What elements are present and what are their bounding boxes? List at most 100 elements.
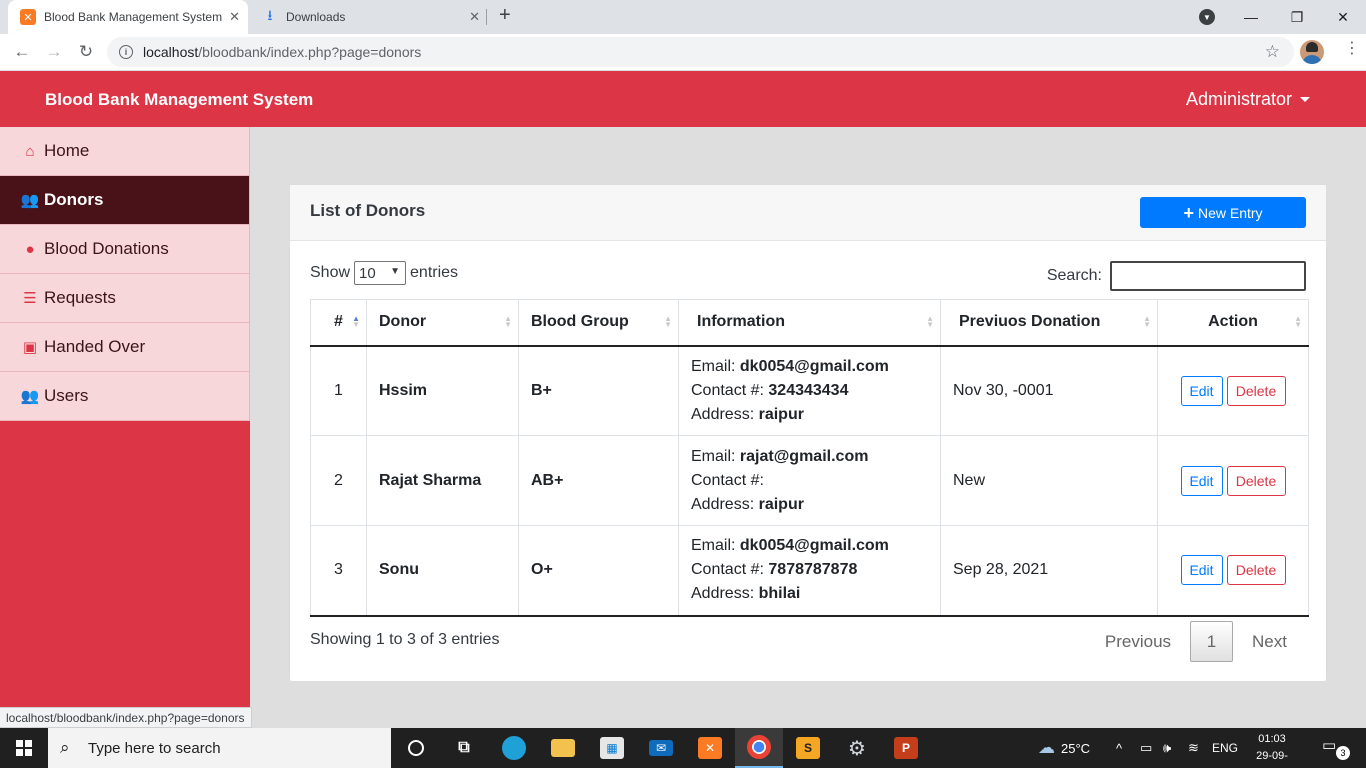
volume-icon[interactable]: 🕪 <box>1163 728 1171 768</box>
settings-gear-icon[interactable]: ⚙ <box>833 728 881 768</box>
site-info-icon[interactable]: i <box>119 45 133 59</box>
edit-button[interactable]: Edit <box>1180 465 1223 496</box>
delete-button[interactable]: Delete <box>1226 555 1286 586</box>
table-search: Search: <box>1047 261 1306 291</box>
donor-name: Hssim <box>366 345 519 436</box>
bookmark-star-icon[interactable]: ☆ <box>1265 42 1280 62</box>
address-bar[interactable]: i localhost/bloodbank/index.php?page=don… <box>107 37 1294 67</box>
app-brand[interactable]: Blood Bank Management System <box>45 90 313 110</box>
file-explorer-icon[interactable] <box>539 728 587 768</box>
donor-name: Rajat Sharma <box>366 435 519 526</box>
column-header-donor[interactable]: Donor ▲ ▼ <box>366 299 519 347</box>
donor-address: raipur <box>758 405 804 423</box>
new-entry-button[interactable]: + New Entry <box>1140 197 1306 228</box>
tab-blood-bank[interactable]: ✕ Blood Bank Management System ✕ <box>8 0 248 34</box>
status-bar-url: localhost/bloodbank/index.php?page=donor… <box>0 707 252 728</box>
sort-icon: ▲ ▼ <box>926 314 934 329</box>
sidebar-item-home[interactable]: ⌂ Home <box>0 127 250 176</box>
browser-toolbar: ← → ↻ i localhost/bloodbank/index.php?pa… <box>0 34 1366 71</box>
table-row: 2 Rajat Sharma AB+ Email: rajat@gmail.co… <box>310 435 1309 526</box>
donor-address: bhilai <box>758 585 801 603</box>
table-info: Showing 1 to 3 of 3 entries <box>310 631 500 648</box>
column-header-blood-group[interactable]: Blood Group ▲ ▼ <box>518 299 679 347</box>
entries-length-control: Show 10 ▼ entries <box>310 261 458 285</box>
tab-downloads[interactable]: ⭳ Downloads ✕ <box>252 0 488 34</box>
notification-count: 3 <box>1336 746 1350 760</box>
table-header-row: # ▲ ▼ Donor ▲ ▼ Blood Group ▲ ▼ Information ▲ ▼ … <box>310 299 1309 347</box>
sidebar-item-requests[interactable]: ☰ Requests <box>0 274 250 323</box>
sidebar-item-label: Donors <box>44 190 104 209</box>
minimize-icon[interactable]: — <box>1228 0 1274 34</box>
taskbar-search[interactable]: ⌕ Type here to search <box>48 728 391 768</box>
donor-information: Email: dk0054@gmail.com Contact #: 32434… <box>678 345 941 436</box>
sidebar-item-handed-over[interactable]: ▣ Handed Over <box>0 323 250 372</box>
user-menu-label: Administrator <box>1185 89 1292 109</box>
menu-icon[interactable]: ⋮ <box>1344 41 1360 57</box>
xampp-taskbar-icon[interactable]: ✕ <box>686 728 734 768</box>
mail-icon[interactable]: ✉ <box>637 728 685 768</box>
donor-information: Email: rajat@gmail.com Contact #: Addres… <box>678 435 941 526</box>
language-indicator[interactable]: ENG <box>1212 728 1238 768</box>
delete-button[interactable]: Delete <box>1226 375 1286 406</box>
wifi-icon[interactable]: ≋ <box>1188 728 1199 768</box>
download-icon: ⭳ <box>267 7 273 23</box>
row-number: 3 <box>310 525 367 617</box>
windows-taskbar: ⌕ Type here to search ⧉ ▦ ✉ ✕ S ⚙ P ☁ 25… <box>0 728 1366 768</box>
delete-button[interactable]: Delete <box>1226 465 1286 496</box>
start-button[interactable] <box>0 728 48 768</box>
window-close-icon[interactable]: ✕ <box>1320 0 1366 34</box>
edge-icon[interactable] <box>490 728 538 768</box>
column-header-information[interactable]: Information ▲ ▼ <box>678 299 941 347</box>
user-menu[interactable]: Administrator <box>1186 89 1310 110</box>
sort-icon: ▲ ▼ <box>1294 314 1302 329</box>
edit-button[interactable]: Edit <box>1180 375 1223 406</box>
back-icon[interactable]: ← <box>10 40 34 64</box>
previous-donation: Nov 30, -0001 <box>940 345 1158 436</box>
card-header: List of Donors + New Entry <box>290 185 1326 241</box>
card-title: List of Donors <box>310 201 426 220</box>
forward-icon[interactable]: → <box>42 40 66 64</box>
cortana-icon[interactable] <box>392 728 440 768</box>
search-input[interactable] <box>1110 261 1306 291</box>
sidebar-item-users[interactable]: 👥 Users <box>0 372 250 421</box>
column-header-previous-donation[interactable]: Previuos Donation ▲ ▼ <box>940 299 1158 347</box>
battery-icon[interactable]: ▭ <box>1140 728 1152 768</box>
sort-icon: ▲ ▼ <box>352 314 360 329</box>
new-tab-icon[interactable]: + <box>499 4 511 27</box>
close-icon[interactable]: ✕ <box>229 9 240 25</box>
edit-button[interactable]: Edit <box>1180 555 1223 586</box>
notifications-icon[interactable]: ▭ 3 <box>1322 736 1350 760</box>
profile-avatar[interactable] <box>1300 40 1324 64</box>
chrome-icon[interactable] <box>735 728 783 768</box>
weather-widget[interactable]: ☁ 25°C <box>1038 728 1090 768</box>
entries-select[interactable]: 10 ▼ <box>354 261 407 285</box>
home-icon: ⌂ <box>25 142 35 160</box>
column-header-number[interactable]: # ▲ ▼ <box>310 299 367 347</box>
close-icon[interactable]: ✕ <box>469 9 480 25</box>
sidebar-item-label: Users <box>44 386 89 405</box>
sort-icon: ▲ ▼ <box>504 314 512 329</box>
column-header-action[interactable]: Action ▲ ▼ <box>1157 299 1309 347</box>
powerpoint-icon[interactable]: P <box>882 728 930 768</box>
tab-search-icon[interactable]: ▼ <box>1199 9 1215 25</box>
search-icon: ⌕ <box>60 738 70 757</box>
sidebar-item-blood-donations[interactable]: ● Blood Donations <box>0 225 250 274</box>
app-header: Blood Bank Management System Administrat… <box>0 71 1366 127</box>
next-page-button[interactable]: Next <box>1233 632 1306 652</box>
reload-icon[interactable]: ↻ <box>74 40 98 64</box>
cloud-icon: ☁ <box>1038 738 1055 757</box>
restore-icon[interactable]: ❐ <box>1274 0 1320 34</box>
plus-icon: + <box>1183 202 1194 223</box>
sublime-icon[interactable]: S <box>784 728 832 768</box>
store-icon[interactable]: ▦ <box>588 728 636 768</box>
show-hidden-icons[interactable]: ^ <box>1116 728 1122 768</box>
sidebar: ⌂ Home 👥 Donors ● Blood Donations ☰ Requ… <box>0 127 250 728</box>
table-row: 3 Sonu O+ Email: dk0054@gmail.com Contac… <box>310 525 1309 617</box>
page-button-current[interactable]: 1 <box>1190 621 1234 662</box>
sidebar-item-donors[interactable]: 👥 Donors <box>0 176 250 225</box>
system-clock[interactable]: 01:03 29-09-2021 <box>1246 731 1298 768</box>
previous-page-button[interactable]: Previous <box>1086 632 1190 652</box>
task-view-icon[interactable]: ⧉ <box>440 728 488 768</box>
browser-tab-bar: ✕ Blood Bank Management System ✕ ⭳ Downl… <box>0 0 1366 34</box>
blood-drop-icon: ● <box>25 240 35 258</box>
